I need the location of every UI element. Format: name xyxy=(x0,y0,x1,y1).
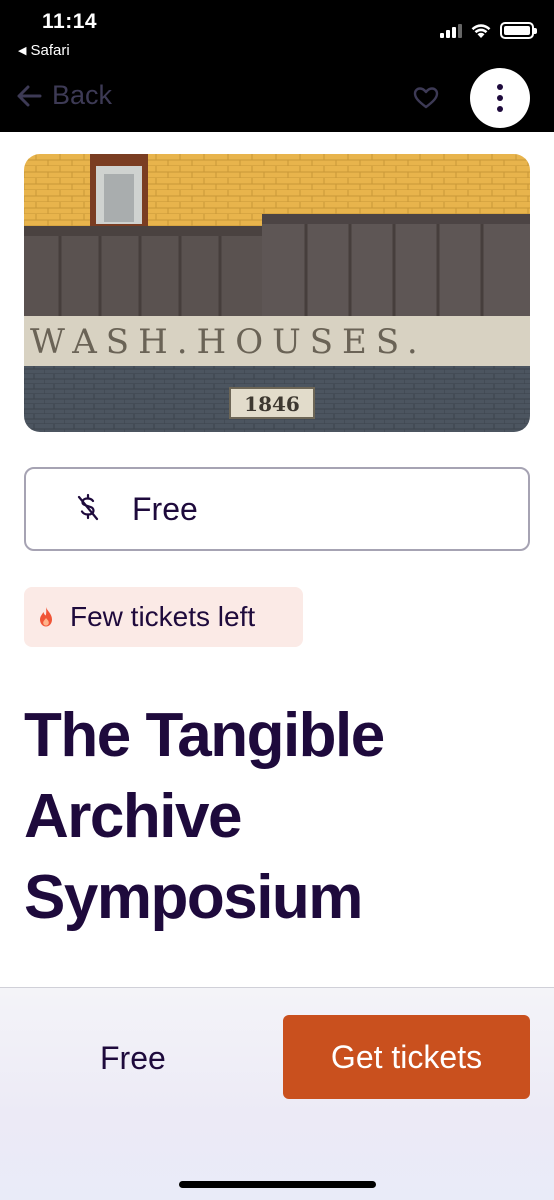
status-bar: 11:14 ◀ Safari xyxy=(0,0,554,66)
event-hero-image: WASH.HOUSES. 1846 xyxy=(24,154,530,432)
battery-icon xyxy=(500,22,537,39)
more-vertical-icon xyxy=(497,84,503,90)
hero-sign-text: WASH.HOUSES. xyxy=(30,322,427,362)
get-tickets-button[interactable]: Get tickets xyxy=(283,1015,530,1099)
back-triangle-icon: ◀ xyxy=(18,45,27,57)
cellular-signal-icon xyxy=(440,23,462,38)
hero-plaque-text: 1846 xyxy=(244,392,300,416)
checkout-footer: Free Get tickets xyxy=(0,987,554,1200)
no-dollar-icon xyxy=(77,493,99,521)
return-app-label: Safari xyxy=(30,42,70,59)
event-title: The Tangible Archive Symposium xyxy=(24,701,385,932)
return-to-app-link[interactable]: ◀ Safari xyxy=(18,42,70,59)
wifi-icon xyxy=(471,23,491,38)
back-label: Back xyxy=(52,80,113,110)
urgency-label: Few tickets left xyxy=(70,601,256,632)
status-icons xyxy=(440,22,537,39)
status-time: 11:14 xyxy=(42,10,98,33)
more-options-button[interactable] xyxy=(470,68,530,128)
footer-price: Free xyxy=(100,1040,166,1076)
top-nav-bar: Back xyxy=(0,66,554,132)
arrow-left-icon xyxy=(17,85,42,106)
price-info-box: Free xyxy=(24,467,530,551)
flame-icon xyxy=(40,607,52,627)
price-label: Free xyxy=(132,491,198,527)
heart-icon[interactable] xyxy=(412,84,440,112)
back-button[interactable]: Back xyxy=(16,80,112,111)
urgency-badge: Few tickets left xyxy=(24,587,303,647)
home-indicator[interactable] xyxy=(179,1181,376,1188)
